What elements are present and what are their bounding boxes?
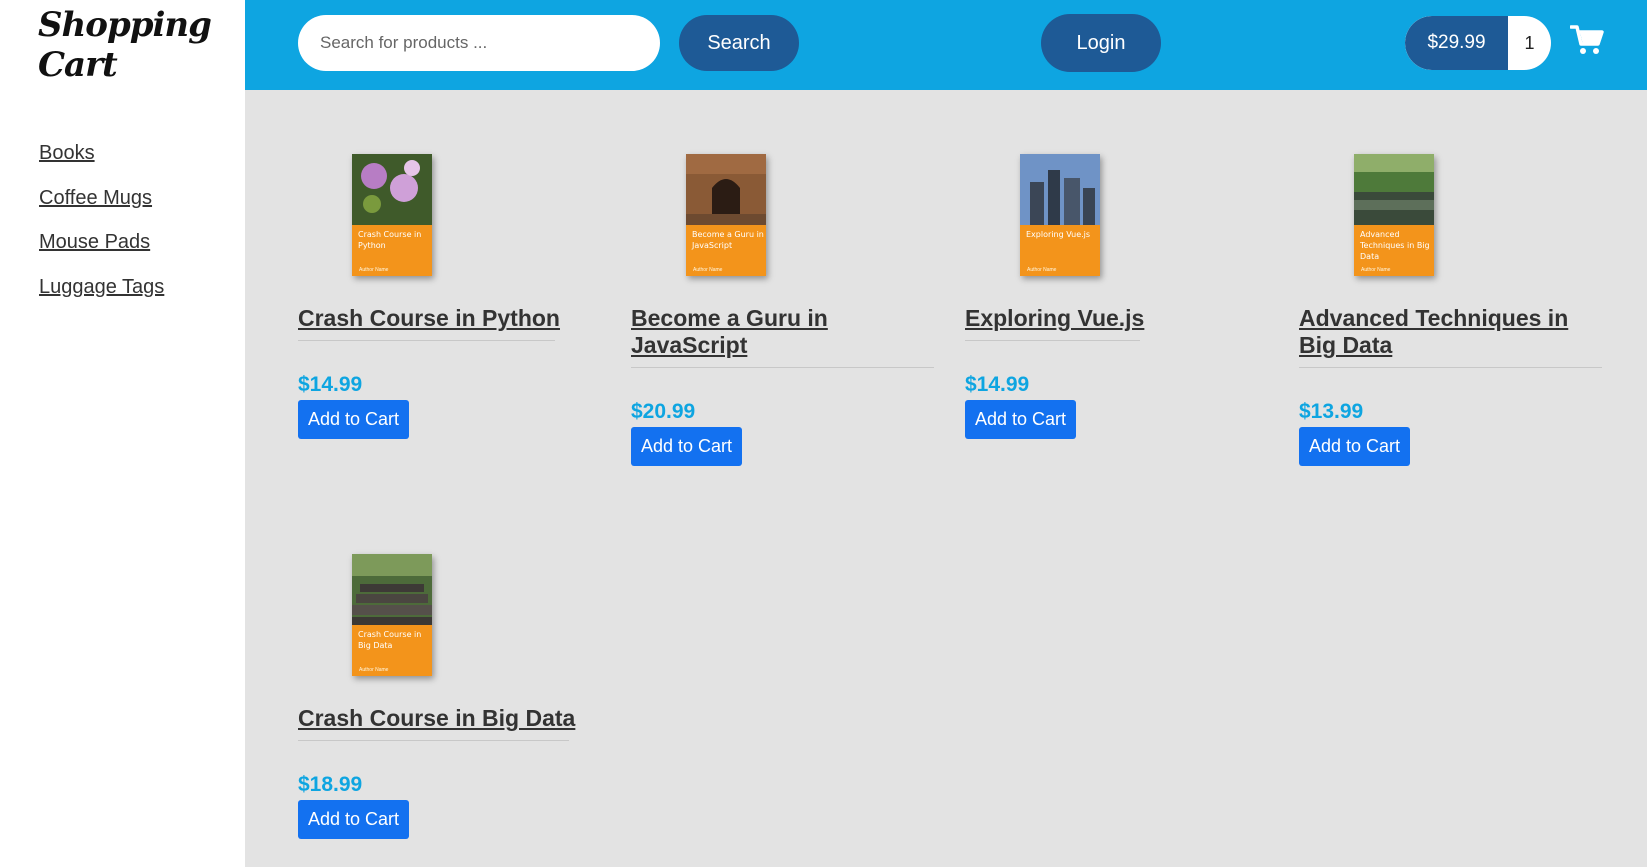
cover-title: Crash Course in Python — [358, 230, 422, 250]
shopping-cart-icon[interactable] — [1570, 24, 1604, 56]
title-divider — [631, 367, 934, 368]
site-logo[interactable]: Shopping Cart — [0, 0, 245, 90]
cover-author: Author Name — [359, 667, 389, 673]
cover-author: Author Name — [693, 267, 723, 273]
cart-count: 1 — [1524, 32, 1535, 53]
product-price: $18.99 — [298, 773, 363, 796]
category-link-coffee-mugs[interactable]: Coffee Mugs — [39, 187, 152, 209]
product-title[interactable]: Crash Course in Big Data — [298, 705, 575, 732]
category-list: Books Coffee Mugs Mouse Pads Luggage Tag… — [39, 142, 164, 320]
product-price: $14.99 — [965, 373, 1030, 396]
category-link-luggage-tags[interactable]: Luggage Tags — [39, 276, 164, 298]
search-button[interactable]: Search — [679, 15, 799, 71]
add-to-cart-button[interactable]: Add to Cart — [965, 400, 1076, 439]
add-to-cart-button[interactable]: Add to Cart — [298, 800, 409, 839]
product-price: $20.99 — [631, 400, 696, 423]
category-link-mouse-pads[interactable]: Mouse Pads — [39, 231, 150, 253]
cover-title: Advanced Techniques in Big Data — [1360, 230, 1430, 261]
cover-author: Author Name — [1361, 267, 1391, 273]
cover-author: Author Name — [1027, 267, 1057, 273]
product-price: $14.99 — [298, 373, 363, 396]
sidebar: Shopping Cart Books Coffee Mugs Mouse Pa… — [0, 0, 245, 867]
book-cover-image[interactable]: Exploring Vue.js Author Name — [1020, 154, 1100, 276]
product-price: $13.99 — [1299, 400, 1364, 423]
title-divider — [298, 740, 569, 741]
book-cover-image[interactable]: Become a Guru in JavaScript Author Name — [686, 154, 766, 276]
title-divider — [965, 340, 1140, 341]
cover-author: Author Name — [359, 267, 389, 273]
category-link-books[interactable]: Books — [39, 142, 95, 164]
cart-summary[interactable]: $29.99 1 — [1405, 16, 1551, 70]
cover-title: Exploring Vue.js — [1026, 230, 1091, 239]
book-cover-image[interactable]: Advanced Techniques in Big Data Author N… — [1354, 154, 1434, 276]
cover-title: Become a Guru in JavaScript — [692, 230, 764, 250]
add-to-cart-button[interactable]: Add to Cart — [298, 400, 409, 439]
book-cover-image[interactable]: Crash Course in Python Author Name — [352, 154, 432, 276]
cover-title: Crash Course in Big Data — [358, 630, 422, 650]
product-title[interactable]: Crash Course in Python — [298, 305, 560, 332]
product-title[interactable]: Advanced Techniques in Big Data — [1299, 305, 1599, 359]
add-to-cart-button[interactable]: Add to Cart — [631, 427, 742, 466]
login-button[interactable]: Login — [1041, 14, 1161, 72]
title-divider — [1299, 367, 1602, 368]
cart-total: $29.99 — [1405, 16, 1508, 70]
book-cover-image[interactable]: Crash Course in Big Data Author Name — [352, 554, 432, 676]
add-to-cart-button[interactable]: Add to Cart — [1299, 427, 1410, 466]
product-title[interactable]: Become a Guru in JavaScript — [631, 305, 931, 359]
search-input[interactable] — [298, 15, 660, 71]
product-title[interactable]: Exploring Vue.js — [965, 305, 1144, 332]
title-divider — [298, 340, 555, 341]
